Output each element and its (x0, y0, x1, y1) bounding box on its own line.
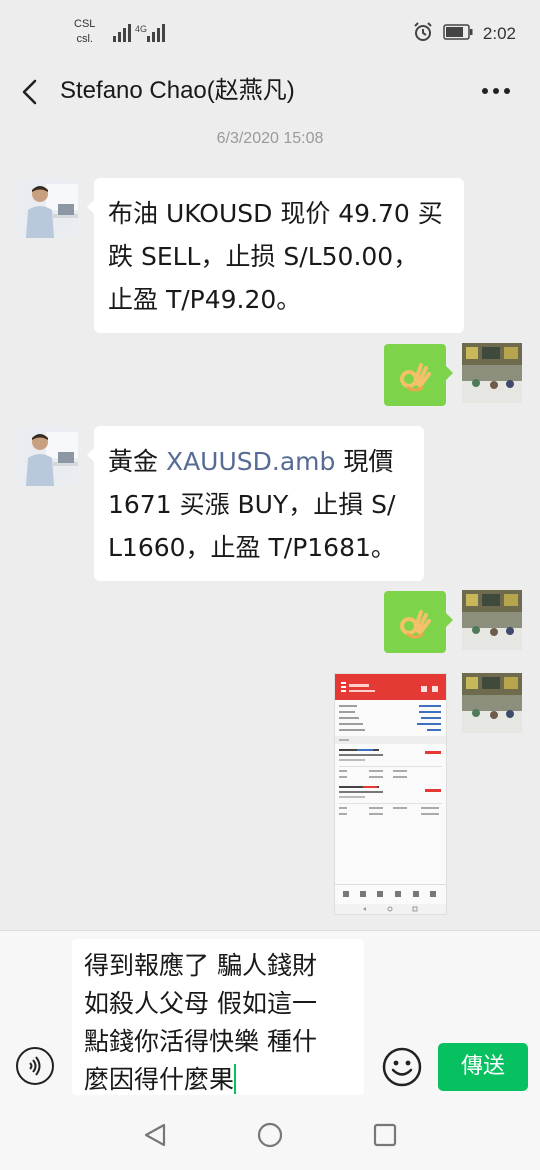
back-button[interactable] (14, 76, 46, 108)
status-bar: CSL csl. 4G 2:02 (0, 0, 540, 66)
ok-hand-icon (400, 363, 431, 392)
more-button[interactable] (476, 76, 516, 106)
home-circle-icon[interactable] (257, 1122, 283, 1152)
input-line: 麼因得什麼果 (84, 1064, 237, 1094)
signal-icon: 4G (113, 22, 167, 46)
back-triangle-icon[interactable] (142, 1122, 168, 1152)
emoji-icon (382, 1047, 422, 1087)
system-nav-bar (0, 1100, 540, 1170)
network-type: 4G (135, 24, 147, 34)
composer-bar: 得到報應了 騙人錢財 如殺人父母 假如這一 點錢你活得快樂 種什 麼因得什麼果 … (0, 930, 540, 1101)
chat-title: Stefano Chao(赵燕凡) (60, 77, 295, 104)
voice-icon (29, 1056, 41, 1076)
my-avatar[interactable] (462, 673, 522, 733)
contact-avatar[interactable] (18, 426, 78, 486)
ok-sticker[interactable] (384, 344, 453, 406)
symbol-link[interactable]: XAUUSD.amb (166, 447, 335, 476)
carrier-top: CSL (74, 18, 96, 30)
image-message[interactable] (334, 673, 447, 915)
message-timestamp: 6/3/2020 15:08 (216, 130, 324, 147)
ok-hand-icon (400, 610, 431, 639)
clock-time: 2:02 (482, 24, 516, 43)
more-dots-icon (482, 88, 510, 94)
text-cursor (234, 1064, 237, 1094)
input-line: 如殺人父母 假如這一 (84, 989, 317, 1018)
message-line: 跌 SELL，止损 S/L50.00， (108, 242, 419, 271)
message-line: 黃金 XAUUSD.amb 現價 (108, 447, 394, 476)
carrier-bottom: csl. (76, 33, 93, 45)
battery-icon (443, 24, 473, 44)
my-avatar[interactable] (462, 343, 522, 403)
message-line: L1660，止盈 T/P1681。 (108, 533, 396, 562)
alarm-icon (413, 22, 433, 46)
trading-app-screenshot (335, 674, 446, 914)
message-line: 布油 UKOUSD 现价 49.70 买 (108, 199, 443, 228)
message-bubble-left[interactable]: 布油 UKOUSD 现价 49.70 买 跌 SELL，止损 S/L50.00，… (87, 178, 464, 333)
message-input[interactable]: 得到報應了 騙人錢財 如殺人父母 假如這一 點錢你活得快樂 種什 麼因得什麼果 (72, 939, 364, 1095)
emoji-button[interactable] (382, 1047, 422, 1087)
message-line: 1671 买漲 BUY，止損 S/ (108, 490, 396, 519)
chevron-left-icon (22, 79, 37, 105)
voice-button[interactable] (16, 1047, 54, 1085)
my-avatar[interactable] (462, 590, 522, 650)
carrier-label: CSL csl. (74, 17, 95, 47)
contact-avatar[interactable] (18, 178, 78, 238)
ok-sticker[interactable] (384, 591, 453, 653)
input-line: 得到報應了 騙人錢財 (84, 951, 317, 980)
input-line: 點錢你活得快樂 種什 (84, 1027, 317, 1056)
message-line: 止盈 T/P49.20。 (108, 285, 302, 314)
send-button[interactable]: 傳送 (438, 1043, 528, 1091)
message-bubble-left[interactable]: 黃金 XAUUSD.amb 現價 1671 买漲 BUY，止損 S/ L1660… (87, 426, 424, 581)
chat-header: Stefano Chao(赵燕凡) (0, 66, 540, 118)
status-right: 2:02 (413, 22, 516, 46)
recents-square-icon[interactable] (372, 1122, 398, 1152)
